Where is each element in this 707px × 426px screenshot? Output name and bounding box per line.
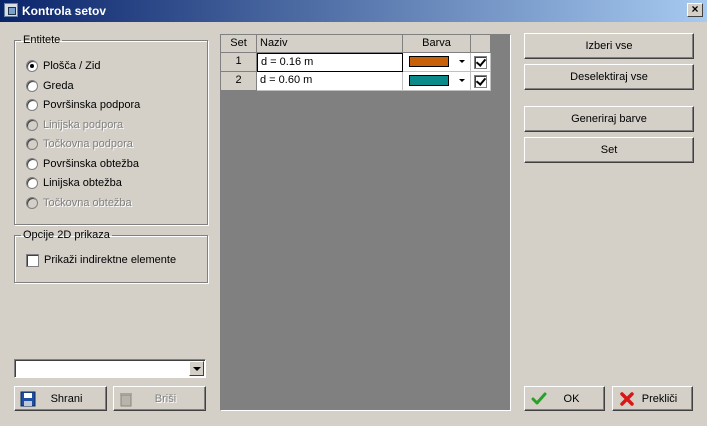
radio-button[interactable] [26, 60, 38, 72]
radio-button[interactable] [26, 99, 38, 111]
close-icon: × [691, 2, 699, 16]
view-options-legend: Opcije 2D prikaza [23, 229, 110, 241]
set-button[interactable]: Set [524, 137, 694, 163]
window-title: Kontrola setov [22, 4, 107, 18]
delete-label: Briši [154, 392, 177, 405]
row-name-1[interactable]: d = 0.16 m [257, 53, 403, 72]
chevron-down-icon[interactable] [189, 361, 204, 376]
color-swatch [409, 56, 449, 67]
chevron-down-icon[interactable] [459, 60, 465, 63]
row-color-1[interactable] [403, 53, 471, 72]
chevron-down-icon[interactable] [459, 79, 465, 82]
ok-button[interactable]: OK [524, 386, 605, 411]
title-bar: Kontrola setov × [0, 0, 707, 22]
radio-label: Točkovna podpora [43, 138, 133, 150]
radio-linijska-obtezba[interactable]: Linijska obtežba [26, 175, 122, 191]
cancel-button[interactable]: Prekliči [612, 386, 693, 411]
radio-label: Površinska podpora [43, 99, 141, 111]
radio-povrsinska-obtezba[interactable]: Površinska obtežba [26, 156, 139, 172]
radio-label: Linijska podpora [43, 119, 124, 131]
select-all-label: Izberi vse [585, 40, 633, 52]
ok-label: OK [563, 392, 580, 405]
radio-button[interactable] [26, 80, 38, 92]
color-swatch [409, 75, 449, 86]
cancel-label: Prekliči [641, 392, 678, 405]
radio-button[interactable] [26, 158, 38, 170]
generate-colors-button[interactable]: Generiraj barve [524, 106, 694, 132]
radio-label: Plošča / Zid [43, 60, 101, 72]
radio-plosca-zid[interactable]: Plošča / Zid [26, 58, 100, 74]
radio-button[interactable] [26, 119, 38, 131]
radio-povrsinska-podpora[interactable]: Površinska podpora [26, 97, 140, 113]
row-set-2: 2 [221, 72, 257, 91]
save-button[interactable]: Shrani [14, 386, 107, 411]
select-all-button[interactable]: Izberi vse [524, 33, 694, 59]
row-name-2[interactable]: d = 0.60 m [257, 72, 403, 91]
radio-tockovna-obtezba[interactable]: Točkovna obtežba [26, 195, 132, 211]
set-combo[interactable] [14, 359, 206, 378]
set-label: Set [600, 144, 618, 156]
radio-button[interactable] [26, 197, 38, 209]
row-check-2-cell[interactable] [471, 72, 491, 91]
show-indirect-label: Prikaži indirektne elemente [44, 254, 177, 266]
row-check-1[interactable] [474, 56, 487, 69]
radio-button[interactable] [26, 138, 38, 150]
delete-button[interactable]: Briši [113, 386, 206, 411]
col-header-name[interactable]: Naziv [257, 35, 403, 53]
row-color-2[interactable] [403, 72, 471, 91]
radio-tockovna-podpora[interactable]: Točkovna podpora [26, 136, 133, 152]
radio-label: Površinska obtežba [43, 158, 139, 170]
row-check-2[interactable] [474, 75, 487, 88]
radio-button[interactable] [26, 177, 38, 189]
radio-label: Greda [43, 80, 74, 92]
radio-greda[interactable]: Greda [26, 78, 74, 94]
sets-grid[interactable]: Set Naziv Barva 1 d = 0.16 m 2 d = 0.60 … [220, 34, 511, 411]
close-button[interactable]: × [687, 3, 703, 17]
entities-legend: Entitete [23, 34, 61, 46]
row-set-1: 1 [221, 53, 257, 72]
col-header-color[interactable]: Barva [403, 35, 471, 53]
generate-colors-label: Generiraj barve [571, 113, 647, 125]
app-icon [4, 3, 18, 17]
row-check-1-cell[interactable] [471, 53, 491, 72]
col-header-set[interactable]: Set [221, 35, 257, 53]
save-label: Shrani [50, 392, 83, 405]
show-indirect-checkbox[interactable] [26, 253, 39, 267]
col-header-check[interactable] [471, 35, 491, 53]
show-indirect-checkbox-row[interactable]: Prikaži indirektne elemente [26, 252, 176, 268]
deselect-all-button[interactable]: Deselektiraj vse [524, 64, 694, 90]
radio-label: Linijska obtežba [43, 177, 122, 189]
radio-linijska-podpora[interactable]: Linijska podpora [26, 117, 123, 133]
radio-label: Točkovna obtežba [43, 197, 132, 209]
deselect-all-label: Deselektiraj vse [570, 71, 648, 83]
